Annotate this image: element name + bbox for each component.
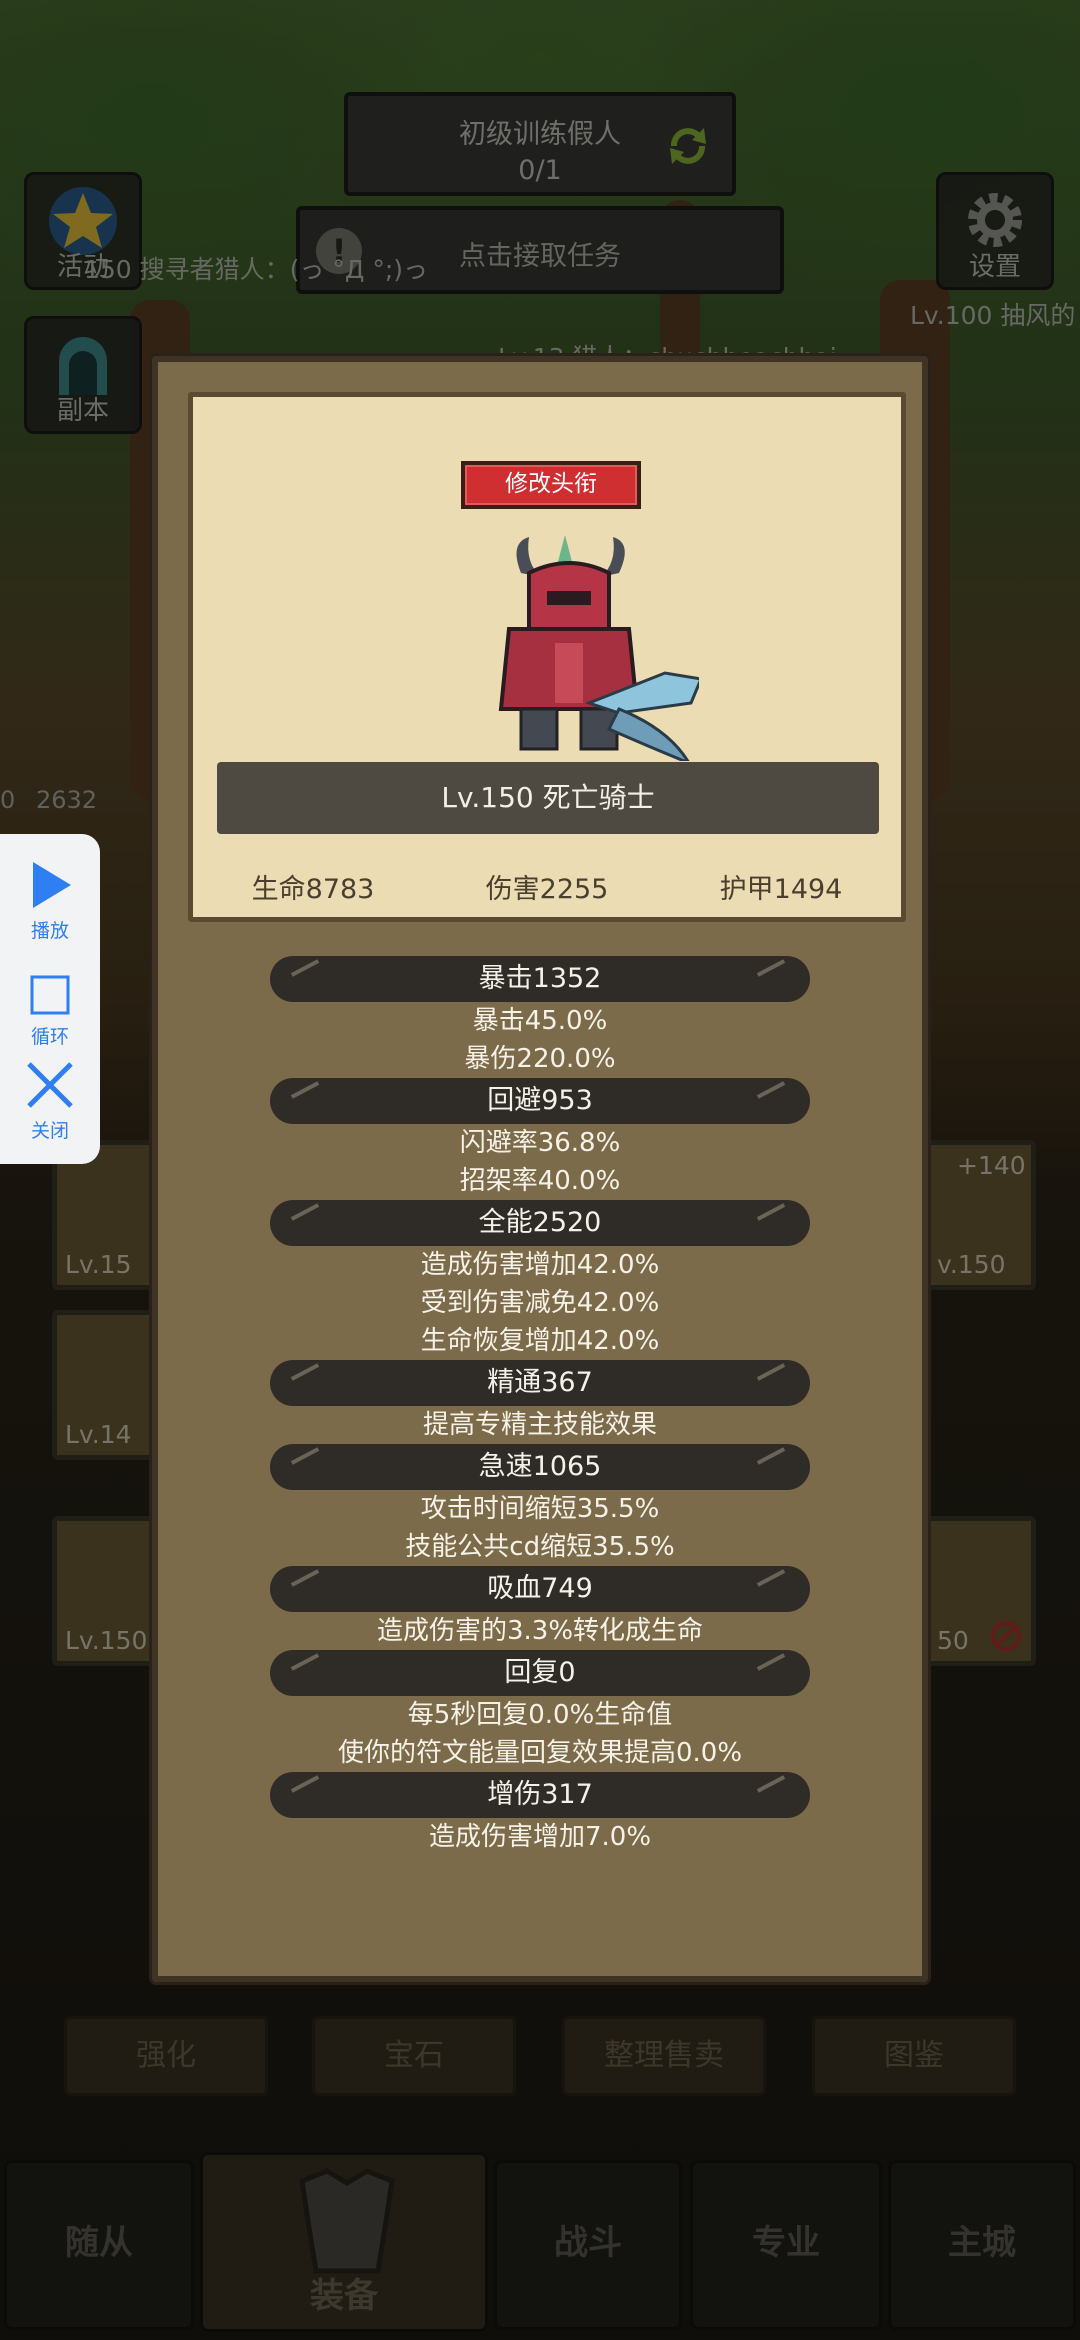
stat-line: 使你的符文能量回复效果提高0.0% xyxy=(337,1738,743,1768)
stat-header: 回避953 xyxy=(270,1078,810,1124)
stat-line: 造成伤害增加42.0% xyxy=(420,1250,660,1280)
stat-line: 暴伤220.0% xyxy=(464,1044,616,1074)
stat-group-avoidance: 回避953 闪避率36.8% 招架率40.0% xyxy=(158,1078,922,1200)
stat-line: 造成伤害的3.3%转化成生命 xyxy=(376,1616,704,1646)
damage-stat: 伤害2255 xyxy=(485,874,609,905)
stat-group-versatility: 全能2520 造成伤害增加42.0% 受到伤害减免42.0% 生命恢复增加42.… xyxy=(158,1200,922,1360)
media-controls: 播放 循环 关闭 xyxy=(0,834,100,1164)
death-knight-avatar xyxy=(498,535,699,761)
hp-stat: 生命8783 xyxy=(251,874,375,905)
stat-line: 闪避率36.8% xyxy=(459,1128,621,1158)
loop-icon xyxy=(30,975,70,1015)
stat-line: 生命恢复增加42.0% xyxy=(420,1326,660,1356)
stat-header: 增伤317 xyxy=(270,1772,810,1818)
stat-header: 回复0 xyxy=(270,1650,810,1696)
stat-group-lifesteal: 吸血749 造成伤害的3.3%转化成生命 xyxy=(158,1566,922,1650)
character-name-banner: Lv.150 死亡骑士 xyxy=(217,762,879,834)
stat-header: 精通367 xyxy=(270,1360,810,1406)
base-stats-row: 生命8783 伤害2255 护甲1494 xyxy=(193,867,901,907)
stat-group-crit: 暴击1352 暴击45.0% 暴伤220.0% xyxy=(158,956,922,1078)
play-label: 播放 xyxy=(30,920,69,942)
stat-line: 受到伤害减免42.0% xyxy=(420,1288,660,1318)
stat-header: 吸血749 xyxy=(270,1566,810,1612)
stat-header: 急速1065 xyxy=(270,1444,810,1490)
loop-button[interactable]: 循环 xyxy=(0,974,100,1049)
stat-header: 全能2520 xyxy=(270,1200,810,1246)
stat-line: 造成伤害增加7.0% xyxy=(428,1822,652,1852)
stat-line: 每5秒回复0.0%生命值 xyxy=(407,1700,673,1730)
stat-header: 暴击1352 xyxy=(270,956,810,1002)
close-icon xyxy=(27,1062,73,1108)
loop-label: 循环 xyxy=(30,1026,69,1048)
character-stats-panel: 修改头衔 Lv.150 死亡骑士 生命8783 伤害2255 护甲1494 暴击… xyxy=(152,356,928,1982)
stat-line: 攻击时间缩短35.5% xyxy=(420,1494,660,1524)
armor-stat: 护甲1494 xyxy=(719,874,843,905)
close-button[interactable]: 关闭 xyxy=(0,1060,100,1143)
stat-line: 提高专精主技能效果 xyxy=(422,1410,657,1440)
stat-group-damage-bonus: 增伤317 造成伤害增加7.0% xyxy=(158,1772,922,1856)
play-icon xyxy=(33,862,71,908)
edit-title-button[interactable]: 修改头衔 xyxy=(461,461,641,509)
stat-group-mastery: 精通367 提高专精主技能效果 xyxy=(158,1360,922,1444)
stat-line: 暴击45.0% xyxy=(472,1006,608,1036)
stat-line: 技能公共cd缩短35.5% xyxy=(405,1532,675,1562)
character-card: 修改头衔 Lv.150 死亡骑士 生命8783 伤害2255 护甲1494 xyxy=(188,392,906,922)
stat-group-regen: 回复0 每5秒回复0.0%生命值 使你的符文能量回复效果提高0.0% xyxy=(158,1650,922,1772)
stat-line: 招架率40.0% xyxy=(459,1166,621,1196)
secondary-stats-list: 暴击1352 暴击45.0% 暴伤220.0% 回避953 闪避率36.8% 招… xyxy=(158,956,922,1856)
close-label: 关闭 xyxy=(30,1120,69,1142)
play-button[interactable]: 播放 xyxy=(0,860,100,943)
stat-group-haste: 急速1065 攻击时间缩短35.5% 技能公共cd缩短35.5% xyxy=(158,1444,922,1566)
